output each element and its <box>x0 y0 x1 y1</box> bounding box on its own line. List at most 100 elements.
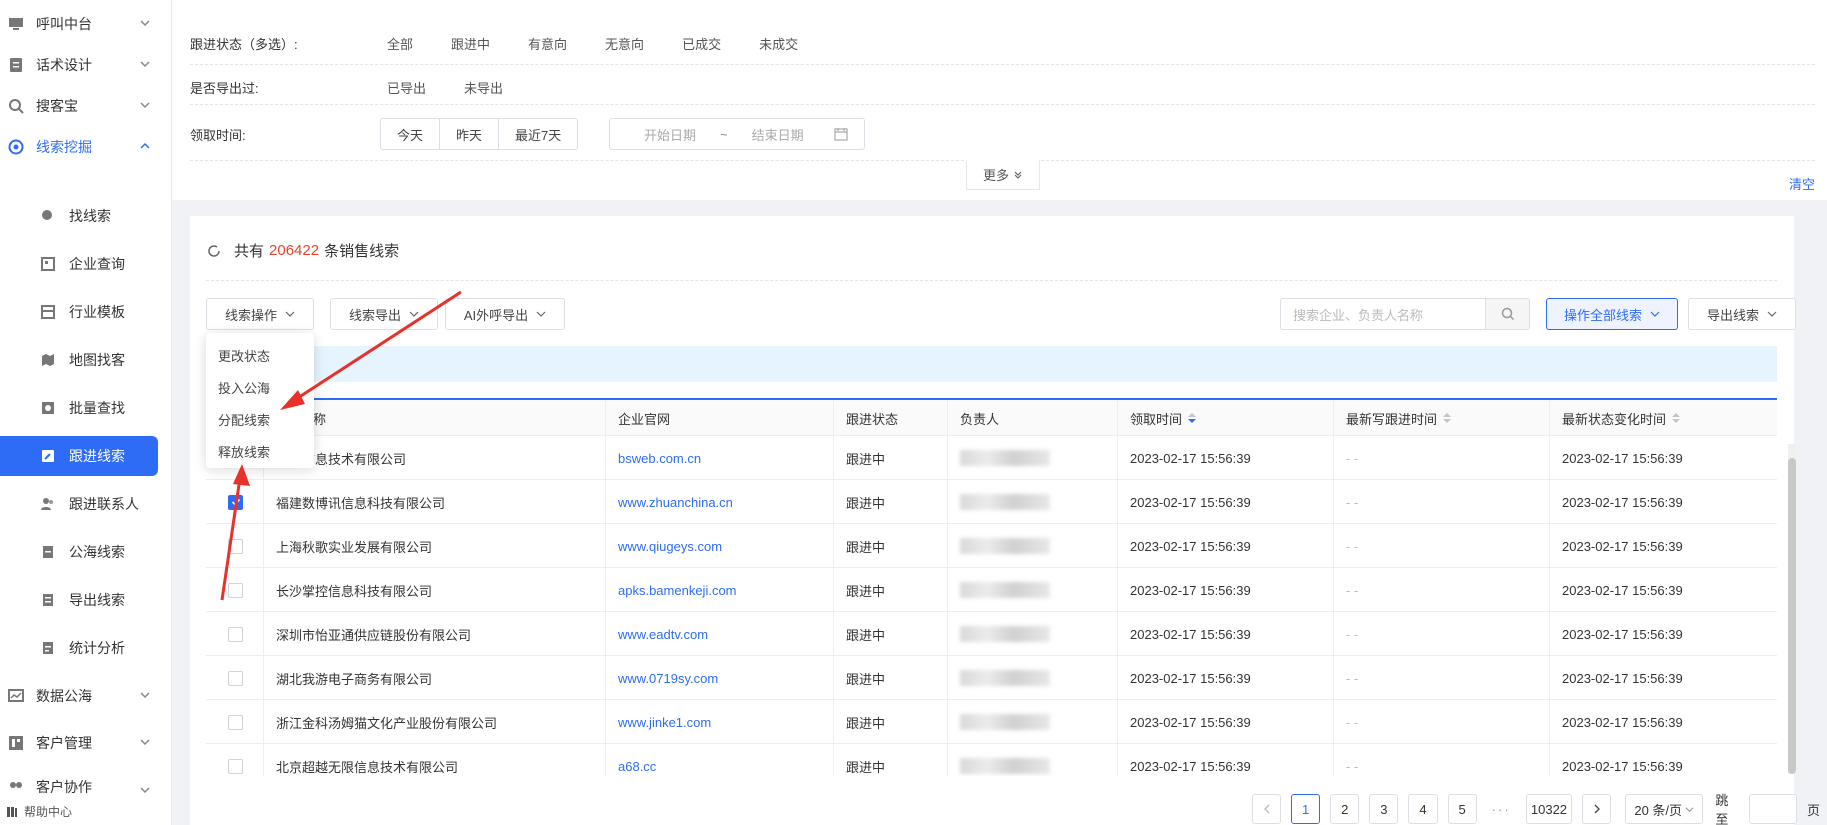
sort-icon[interactable] <box>1188 413 1197 423</box>
row-checkbox[interactable] <box>228 538 243 554</box>
nav-lead-mining[interactable]: 线索挖掘 <box>0 127 172 167</box>
cell-website-link[interactable]: www.0719sy.com <box>606 656 834 700</box>
sidebar-item-follow-leads[interactable]: 跟进线索 <box>0 436 158 476</box>
page-4[interactable]: 4 <box>1408 794 1438 824</box>
cell-status: 跟进中 <box>834 436 948 480</box>
sidebar-item-public-leads[interactable]: 公海线索 <box>0 532 172 572</box>
sidebar-item-find-leads[interactable]: 找线索 <box>0 196 172 236</box>
sort-icon[interactable] <box>1443 413 1452 423</box>
end-date-input[interactable]: 结束日期 <box>752 125 804 144</box>
sidebar-item-industry-template[interactable]: 行业模板 <box>0 292 172 332</box>
refresh-icon[interactable] <box>206 243 222 259</box>
row-checkbox[interactable] <box>228 494 243 510</box>
cell-website-link[interactable]: www.jinke1.com <box>606 700 834 744</box>
export-option-exported[interactable]: 已导出 <box>387 78 426 97</box>
menu-item-change-status[interactable]: 更改状态 <box>206 339 314 371</box>
cell-website-link[interactable]: bsweb.com.cn <box>606 436 834 480</box>
menu-item-move-to-public[interactable]: 投入公海 <box>206 371 314 403</box>
cell-status-change-time: 2023-02-17 15:56:39 <box>1562 670 1683 686</box>
status-option-closed[interactable]: 已成交 <box>682 34 721 53</box>
nav-call-center[interactable]: 呼叫中台 <box>0 4 172 44</box>
page-last[interactable]: 10322 <box>1525 794 1573 824</box>
table-row[interactable]: 湖北我游电子商务有限公司 www.0719sy.com 跟进中 2023-02-17 … <box>206 656 1777 700</box>
table-row[interactable]: 博杉信息技术有限公司 bsweb.com.cn 跟进中 2023-02-17 15:5… <box>206 436 1777 480</box>
search-button[interactable] <box>1486 298 1530 330</box>
header-claim-time[interactable]: 领取时间 <box>1118 400 1334 436</box>
page-3[interactable]: 3 <box>1369 794 1399 824</box>
sidebar-item-label: 导出线索 <box>69 592 125 608</box>
cell-last-follow-time: - - <box>1334 744 1550 776</box>
date-range-picker[interactable]: 开始日期 ~ 结束日期 <box>609 118 865 150</box>
nav-souke[interactable]: 搜客宝 <box>0 86 172 126</box>
row-checkbox[interactable] <box>228 582 243 598</box>
row-checkbox[interactable] <box>228 714 243 730</box>
page-5[interactable]: 5 <box>1447 794 1477 824</box>
page-size-select[interactable]: 20 条/页 <box>1625 794 1704 824</box>
table-row[interactable]: 上海秋歌实业发展有限公司 www.qiugeys.com 跟进中 2023-02-17… <box>206 524 1777 568</box>
page-size-label: 20 条/页 <box>1634 802 1683 818</box>
sidebar-item-statistics[interactable]: 统计分析 <box>0 628 172 668</box>
collab-icon <box>8 779 24 795</box>
help-center[interactable]: 帮助中心 <box>6 803 72 820</box>
table-row[interactable]: 长沙掌控信息科技有限公司 apks.bamenkeji.com 跟进中 2023-02… <box>206 568 1777 612</box>
page-ellipsis[interactable]: ··· <box>1486 794 1516 824</box>
export-leads-button[interactable]: 导出线索 <box>1688 298 1796 330</box>
status-option-not-closed[interactable]: 未成交 <box>759 34 798 53</box>
sort-icon[interactable] <box>1672 413 1681 423</box>
start-date-input[interactable]: 开始日期 <box>644 125 696 144</box>
sidebar-item-batch-search[interactable]: 批量查找 <box>0 388 172 428</box>
status-option-interested[interactable]: 有意向 <box>528 34 567 53</box>
cell-website-link[interactable]: www.zhuanchina.cn <box>606 480 834 524</box>
nav-customer-mgmt[interactable]: 客户管理 <box>0 723 172 763</box>
status-option-not-interested[interactable]: 无意向 <box>605 34 644 53</box>
export-option-not-exported[interactable]: 未导出 <box>464 78 503 97</box>
menu-item-assign-leads[interactable]: 分配线索 <box>206 403 314 435</box>
sidebar-item-map-search[interactable]: 地图找客 <box>0 340 172 380</box>
row-checkbox[interactable] <box>228 670 243 686</box>
header-status-change-time[interactable]: 最新状态变化时间 <box>1550 400 1777 436</box>
table-row[interactable]: 浙江金科汤姆猫文化产业股份有限公司 www.jinke1.com 跟进中 2023-0… <box>206 700 1777 744</box>
menu-item-release-leads[interactable]: 释放线索 <box>206 435 314 467</box>
table-scrollbar[interactable] <box>1788 444 1796 774</box>
time-option-today[interactable]: 今天 <box>381 119 441 149</box>
table-row[interactable]: 福建数博讯信息科技有限公司 www.zhuanchina.cn 跟进中 2023-02… <box>206 480 1777 524</box>
page-1[interactable]: 1 <box>1291 794 1321 824</box>
divider <box>206 280 1777 281</box>
table-row[interactable]: 北京超越无限信息技术有限公司 a68.cc 跟进中 2023-02-17 15:56:… <box>206 744 1777 776</box>
cell-website-link[interactable]: a68.cc <box>606 744 834 776</box>
cell-status: 跟进中 <box>834 524 948 568</box>
page-2[interactable]: 2 <box>1330 794 1360 824</box>
status-option-all[interactable]: 全部 <box>387 34 413 53</box>
operate-all-leads-button[interactable]: 操作全部线索 <box>1546 298 1678 330</box>
sidebar-item-export-leads[interactable]: 导出线索 <box>0 580 172 620</box>
row-checkbox[interactable] <box>228 626 243 642</box>
cell-checkbox <box>206 656 264 700</box>
ai-call-export-button[interactable]: AI外呼导出 <box>445 298 565 330</box>
lead-export-button[interactable]: 线索导出 <box>330 298 438 330</box>
nav-script-design[interactable]: 话术设计 <box>0 45 172 85</box>
time-option-last-7-days[interactable]: 最近7天 <box>499 119 577 149</box>
cell-website-link[interactable]: www.eadtv.com <box>606 612 834 656</box>
more-filters-button[interactable]: 更多 <box>966 160 1040 190</box>
nav-data-public[interactable]: 数据公海 <box>0 676 172 716</box>
button-label: 线索导出 <box>348 307 401 323</box>
time-option-yesterday[interactable]: 昨天 <box>440 119 500 149</box>
sidebar-item-company-query[interactable]: 企业查询 <box>0 244 172 284</box>
prev-page-button[interactable] <box>1252 794 1282 824</box>
search-input[interactable]: 搜索企业、负责人名称 <box>1280 298 1486 330</box>
scrollbar-thumb[interactable] <box>1788 458 1796 774</box>
goto-page-input[interactable] <box>1748 794 1798 824</box>
chevron-down-icon <box>140 20 150 27</box>
cell-website-link[interactable]: www.qiugeys.com <box>606 524 834 568</box>
next-page-button[interactable] <box>1582 794 1612 824</box>
status-option-following[interactable]: 跟进中 <box>451 34 490 53</box>
header-last-follow-time[interactable]: 最新写跟进时间 <box>1334 400 1550 436</box>
row-checkbox[interactable] <box>228 758 243 774</box>
sidebar-item-follow-contacts[interactable]: 跟进联系人 <box>0 484 172 524</box>
table-row[interactable]: 深圳市怡亚通供应链股份有限公司 www.eadtv.com 跟进中 2023-02-1… <box>206 612 1777 656</box>
clear-filters-link[interactable]: 清空 <box>1789 174 1815 193</box>
cell-website-link[interactable]: apks.bamenkeji.com <box>606 568 834 612</box>
nav-customer-collab[interactable]: 客户协作 <box>0 771 172 803</box>
lead-operations-button[interactable]: 线索操作 <box>206 298 314 330</box>
cell-company-name: 博杉信息技术有限公司 <box>264 436 606 480</box>
